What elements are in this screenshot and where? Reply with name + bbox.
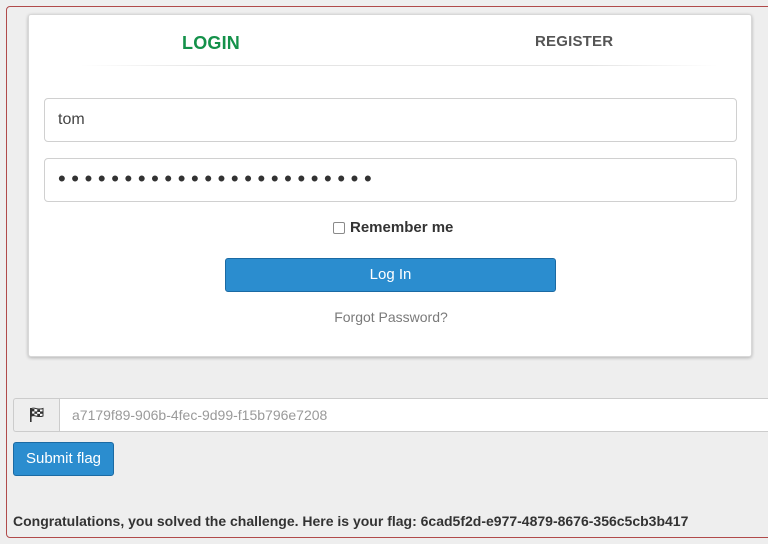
checkered-flag-icon [13, 398, 59, 432]
remember-me-label[interactable]: Remember me [350, 219, 453, 236]
password-field[interactable]: •••••••••••••••••••••••• [44, 158, 737, 202]
tab-register[interactable]: REGISTER [535, 33, 613, 50]
submit-flag-button[interactable]: Submit flag [13, 442, 114, 476]
remember-me-checkbox[interactable] [333, 221, 345, 234]
flag-input[interactable]: a7179f89-906b-4fec-9d99-f15b796e7208 [59, 398, 768, 432]
login-button[interactable]: Log In [225, 258, 556, 292]
congratulations-message: Congratulations, you solved the challeng… [13, 513, 689, 529]
remember-me: Remember me [333, 219, 453, 236]
tab-login[interactable]: LOGIN [182, 33, 240, 54]
forgot-password-link[interactable]: Forgot Password? [29, 309, 753, 325]
tab-divider [79, 65, 719, 66]
flag-input-group: a7179f89-906b-4fec-9d99-f15b796e7208 [13, 398, 768, 432]
username-field[interactable]: tom [44, 98, 737, 142]
login-panel: LOGIN REGISTER tom •••••••••••••••••••••… [28, 14, 752, 357]
